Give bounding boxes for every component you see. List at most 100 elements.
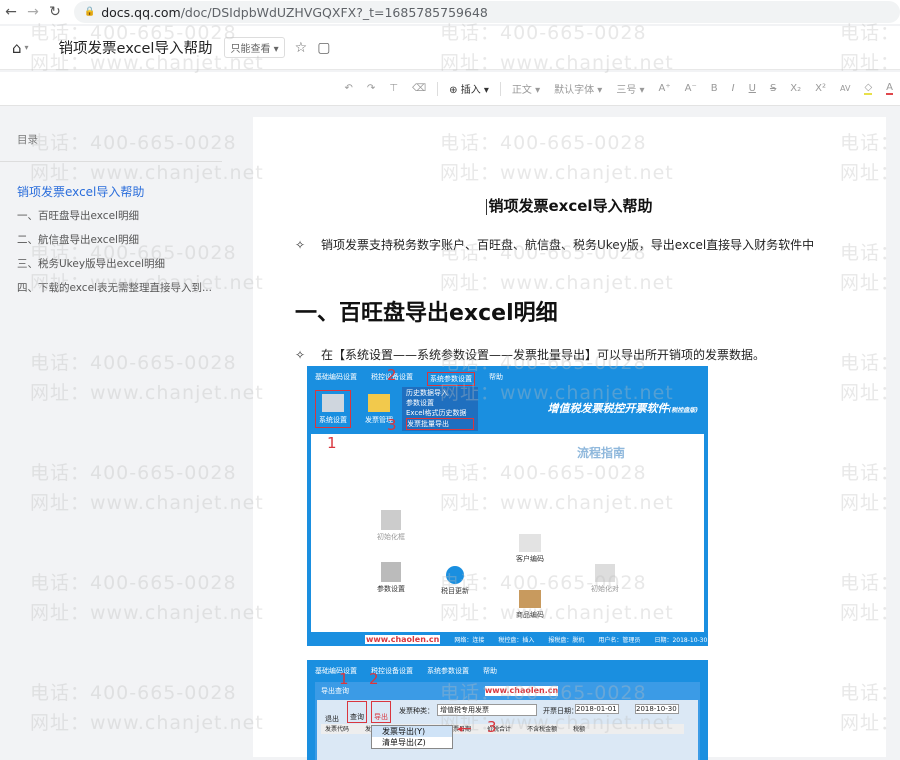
date-to: 2018-10-30 (635, 704, 679, 714)
section-heading: 一、百旺盘导出excel明细 (295, 301, 558, 326)
outline-item[interactable]: 一、百旺盘导出excel明细 (17, 204, 240, 228)
app-title: 增值税发票税控开票软件(税控盘版) (548, 400, 699, 416)
outline-item[interactable]: 四、下载的excel表无需整理直接导入到... (17, 276, 240, 300)
clear-format-icon[interactable]: ⌫ (412, 83, 426, 94)
strike-button[interactable]: S (770, 83, 776, 94)
screenshot-image-1: 基础编码设置 税控设备设置 系统参数设置 帮助 系统设置 发票管理 历史数据导入… (307, 366, 708, 646)
menu-item: 基础编码设置 (315, 373, 357, 381)
watermark-text: 网址：www.chanjet.net (30, 382, 264, 404)
watermark-text: 电话：400-665-0028 (30, 572, 237, 594)
window-body: 退出 查询 导出 发票种类： 增值税专用发票 开票日期： 2018-01-01 … (317, 700, 698, 760)
flow-step: 客户编码 (516, 534, 544, 564)
home-icon[interactable]: ⌂ (12, 39, 22, 57)
forward-icon[interactable]: → (22, 4, 44, 20)
paragraph-text: 在【系统设置——系统参数设置——发票批量导出】可以导出所开销项的发票数据。 (321, 348, 766, 362)
date-from: 2018-01-01 (575, 704, 619, 714)
permission-label: 只能查看 (230, 44, 271, 55)
doc-title[interactable]: 销项发票excel导入帮助 (59, 37, 213, 58)
app-title-text: 增值税发票税控开票软件 (547, 402, 669, 415)
type-select: 增值税专用发票 (437, 704, 537, 716)
export-button: 导出 (371, 701, 391, 723)
back-icon[interactable]: ← (0, 4, 22, 20)
watermark-text: 网址：www.chanjet.net (30, 712, 264, 734)
dropdown-item: 发票批量导出 (406, 418, 474, 430)
subscript-button[interactable]: X₂ (790, 83, 801, 94)
outline-label: 目录 (17, 134, 38, 146)
guide-title: 流程指南 (577, 446, 626, 460)
step-number: 3 (387, 416, 397, 434)
flow-label: 税目更新 (441, 587, 469, 595)
chevron-down-icon[interactable]: ▾ (25, 43, 29, 52)
bold-button[interactable]: B (711, 83, 718, 94)
doc-heading: 销项发票excel导入帮助 (253, 195, 886, 216)
context-item: 清单导出(Z) (382, 738, 426, 747)
screenshot-image-2: 基础编码设置 税控设备设置 系统参数设置 帮助 导出查询 www.chaolen.… (307, 660, 708, 760)
col-header: 税额 (573, 726, 586, 733)
menu-item: 系统参数设置 (427, 372, 475, 386)
watermark-text: 电话：400-665-0028 (30, 462, 237, 484)
flow-step: 税目更新 (441, 566, 469, 596)
url-host: docs.qq.com (101, 4, 181, 20)
flow-label: 商品编码 (516, 611, 544, 619)
paragraph-style-select[interactable]: 正文 ▾ (512, 81, 540, 96)
dropdown-item: 参数设置 (406, 399, 434, 407)
flow-label: 客户编码 (516, 555, 544, 563)
italic-button[interactable]: I (732, 83, 735, 94)
font-grow-icon[interactable]: A⁺ (659, 83, 671, 94)
context-item: 发票导出(Y) (372, 726, 452, 737)
url-field[interactable]: 🔒 docs.qq.com/doc/DSIdpbWdUZHVGQXFX?_t=16… (74, 1, 900, 23)
diamond-bullet-icon: ✧ (295, 348, 306, 362)
insert-label: 插入 (460, 85, 481, 96)
browser-address-bar: ← → ↻ 🔒 docs.qq.com/doc/DSIdpbWdUZHVGQXFX… (0, 0, 900, 24)
icon-label: 系统设置 (319, 416, 347, 424)
app-menu: 基础编码设置 税控设备设置 系统参数设置 帮助 (307, 366, 708, 392)
insert-button[interactable]: ⊕ 插入 ▾ (449, 81, 489, 96)
menu-item: 帮助 (483, 667, 497, 675)
flow-label: 参数设置 (377, 585, 405, 593)
flow-step: 参数设置 (377, 562, 405, 594)
font-select[interactable]: 默认字体 ▾ (554, 81, 602, 96)
menu-item: 基础编码设置 (315, 667, 357, 675)
outline-item[interactable]: 二、航信盘导出excel明细 (17, 228, 240, 252)
site-text: www.chaolen.cn (484, 686, 559, 696)
outline-item[interactable]: 三、税务Ukey版导出excel明细 (17, 252, 240, 276)
redo-icon[interactable]: ↷ (367, 83, 375, 94)
text-color-button[interactable]: A (886, 82, 893, 95)
dropdown-menu: 历史数据导入 参数设置 Excel格式历史数据 发票批量导出 (402, 387, 478, 431)
doc-heading-text: 销项发票excel导入帮助 (488, 197, 653, 215)
spacing-button[interactable]: AV (840, 84, 850, 93)
document-page[interactable]: 销项发票excel导入帮助 ✧ 销项发票支持税务数字账户、百旺盘、航信盘、税务Uk… (253, 117, 886, 760)
step-number: 3 (487, 718, 497, 736)
system-settings-icon: 系统设置 (315, 390, 351, 428)
diamond-bullet-icon: ✧ (295, 238, 306, 252)
site-text: www.chaolen.cn (365, 634, 441, 644)
format-painter-icon[interactable]: ⊤ (389, 83, 398, 94)
undo-icon[interactable]: ↶ (345, 83, 353, 94)
size-label: 三号 (616, 85, 637, 96)
status-text: 网络：连接 (454, 636, 485, 644)
paragraph-text: 销项发票支持税务数字账户、百旺盘、航信盘、税务Ukey版，导出excel直接导入… (321, 238, 815, 252)
bullet-paragraph: ✧ 销项发票支持税务数字账户、百旺盘、航信盘、税务Ukey版，导出excel直接导… (295, 237, 835, 253)
status-bar: www.chaolen.cn 网络：连接 税控盘：插入 报税盘：脱机 用户名：管… (307, 632, 708, 646)
font-label: 默认字体 (554, 85, 595, 96)
underline-button[interactable]: U (749, 83, 756, 94)
outline-item[interactable]: 销项发票excel导入帮助 (17, 180, 240, 204)
permission-dropdown[interactable]: 只能查看 ▾ (224, 37, 285, 58)
type-label: 发票种类： (399, 707, 434, 715)
font-shrink-icon[interactable]: A⁻ (685, 83, 697, 94)
star-icon[interactable]: ☆ (295, 40, 308, 56)
size-select[interactable]: 三号 ▾ (616, 81, 644, 96)
step-number: 1 (327, 434, 337, 452)
status-text: 日期：2018-10-30 (654, 636, 708, 644)
watermark-text: 电话：400-665-0028 (30, 682, 237, 704)
note-icon[interactable]: ▢ (317, 40, 330, 56)
status-text: 报税盘：脱机 (548, 636, 585, 644)
editor-toolbar: ↶ ↷ ⊤ ⌫ ⊕ 插入 ▾ 正文 ▾ 默认字体 ▾ 三号 ▾ A⁺ A⁻ B … (0, 72, 900, 106)
watermark-text: 网址：www.chanjet.net (30, 492, 264, 514)
menu-item: 帮助 (489, 373, 503, 381)
bullet-paragraph: ✧ 在【系统设置——系统参数设置——发票批量导出】可以导出所开销项的发票数据。 (295, 347, 835, 363)
highlight-icon[interactable]: ◇ (864, 82, 873, 95)
superscript-button[interactable]: X² (815, 83, 826, 94)
reload-icon[interactable]: ↻ (44, 4, 66, 20)
flow-step: 初始化对 (591, 564, 619, 594)
